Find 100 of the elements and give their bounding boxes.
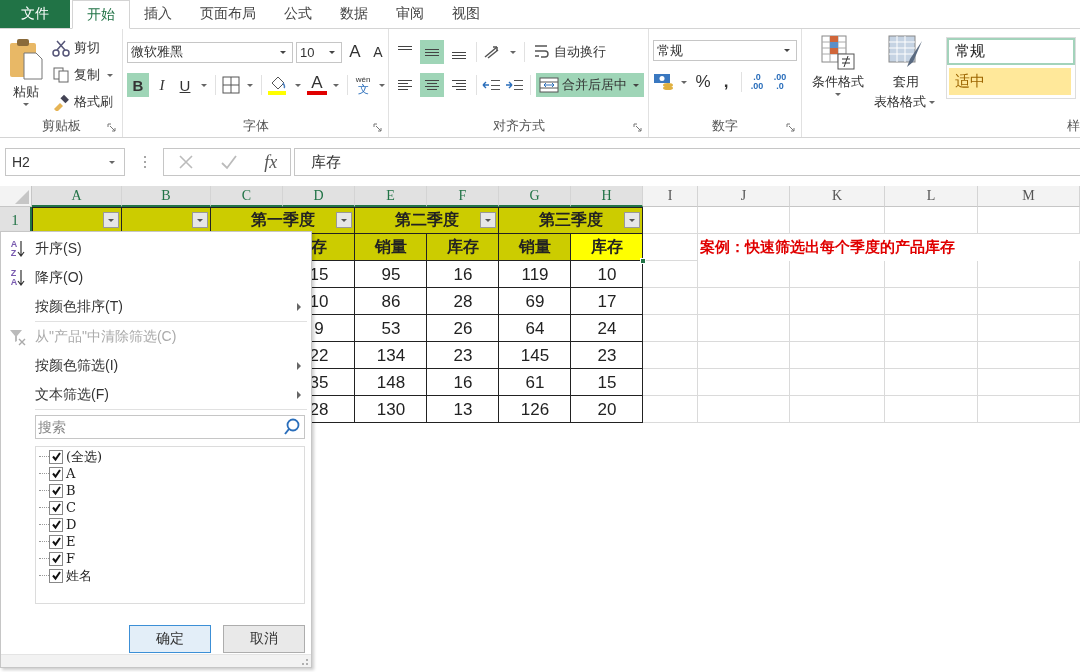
cancel-button[interactable]: 取消 — [223, 625, 305, 653]
ok-button[interactable]: 确定 — [129, 625, 211, 653]
checkbox[interactable] — [49, 534, 63, 549]
bold-button[interactable]: B — [127, 73, 149, 97]
cut-button[interactable]: 剪切 — [52, 37, 116, 59]
ribbon-tab[interactable]: 视图 — [438, 0, 494, 28]
align-lines-icon — [424, 49, 440, 56]
checkbox[interactable] — [49, 500, 63, 515]
ribbon-tab[interactable]: 页面布局 — [186, 0, 270, 28]
decrease-indent-icon[interactable] — [482, 77, 502, 93]
filter-option[interactable]: B — [36, 482, 304, 499]
filter-button[interactable] — [480, 212, 496, 228]
ribbon-tab[interactable]: 公式 — [270, 0, 326, 28]
dialog-launcher-icon[interactable] — [786, 123, 795, 132]
align-lines-icon — [396, 77, 414, 93]
filter-option[interactable]: E — [36, 533, 304, 550]
table-cell: 23 — [571, 342, 643, 369]
column-header[interactable]: M — [978, 186, 1080, 207]
menu-item[interactable]: 按颜色排序(T) — [1, 292, 311, 321]
borders-icon[interactable] — [221, 75, 241, 95]
merge-center-button[interactable]: 合并后居中 — [536, 73, 644, 97]
ribbon-tab[interactable]: 数据 — [326, 0, 382, 28]
filter-option[interactable]: C — [36, 499, 304, 516]
checkbox[interactable] — [49, 551, 63, 566]
font-color-button[interactable]: A — [307, 75, 327, 95]
paste-button[interactable]: 粘贴 — [4, 35, 48, 106]
filter-option[interactable]: F — [36, 550, 304, 567]
caret-icon — [835, 93, 841, 96]
grow-font-button[interactable]: A — [345, 40, 365, 64]
conditional-formatting-button[interactable]: 条件格式 — [806, 35, 870, 96]
font-name-select[interactable]: 微软雅黑 — [127, 41, 293, 63]
checkbox[interactable] — [49, 517, 63, 532]
filter-option[interactable]: (全选) — [36, 448, 304, 465]
wrap-text-button[interactable]: 自动换行 — [530, 40, 609, 64]
shrink-font-button[interactable]: A — [368, 40, 388, 64]
horizontal-align-button[interactable] — [420, 73, 444, 97]
phonetic-guide-button[interactable]: wén 文 — [353, 73, 373, 97]
ribbon-tab[interactable]: 文件 — [0, 0, 70, 28]
caret-icon — [295, 83, 301, 87]
insert-function-button[interactable]: fx — [264, 151, 278, 173]
cell-style-item[interactable]: 适中 — [949, 68, 1071, 95]
italic-button[interactable]: I — [152, 73, 172, 97]
search-icon[interactable] — [283, 418, 301, 436]
search-field[interactable]: 搜索 — [35, 415, 305, 439]
checkbox[interactable] — [49, 483, 63, 498]
resize-grip-icon[interactable] — [299, 656, 309, 666]
wrap-text-icon — [533, 43, 551, 61]
column-header[interactable]: D — [283, 186, 355, 207]
menu-item[interactable]: 文本筛选(F) — [1, 380, 311, 409]
checkbox[interactable] — [49, 449, 63, 464]
currency-icon[interactable] — [653, 72, 675, 92]
menu-item[interactable]: 按颜色筛选(I) — [1, 351, 311, 380]
fill-bucket-icon[interactable] — [267, 74, 289, 96]
column-header[interactable]: A — [32, 186, 122, 207]
caret-icon — [333, 83, 339, 87]
ribbon-tab[interactable]: 开始 — [72, 0, 130, 29]
column-header[interactable]: J — [698, 186, 790, 207]
column-header[interactable]: C — [211, 186, 283, 207]
filter-button[interactable] — [192, 212, 208, 228]
increase-indent-icon[interactable] — [505, 77, 525, 93]
filter-button[interactable] — [103, 212, 119, 228]
column-header[interactable]: F — [427, 186, 499, 207]
filter-option[interactable]: D — [36, 516, 304, 533]
column-header[interactable]: E — [355, 186, 427, 207]
underline-button[interactable]: U — [175, 73, 195, 97]
checkbox[interactable] — [49, 466, 63, 481]
filter-button[interactable] — [336, 212, 352, 228]
column-header[interactable]: H — [571, 186, 643, 207]
decrease-decimal-button[interactable]: .00 .0 — [770, 70, 790, 94]
column-header[interactable]: L — [885, 186, 978, 207]
column-header[interactable]: G — [499, 186, 571, 207]
dialog-launcher-icon[interactable] — [107, 123, 116, 132]
cell-style-item[interactable]: 常规 — [947, 38, 1075, 65]
format-painter-button[interactable]: 格式刷 — [52, 91, 116, 113]
checkbox[interactable] — [49, 568, 63, 583]
vertical-align-button[interactable] — [420, 40, 444, 64]
percent-button[interactable]: % — [693, 70, 713, 94]
format-as-table-button[interactable]: 套用 表格格式 — [874, 35, 938, 111]
filter-option[interactable]: 姓名 — [36, 567, 304, 584]
menu-item[interactable]: Z A 降序(O) — [1, 263, 311, 292]
dialog-launcher-icon[interactable] — [373, 123, 382, 132]
number-format-select[interactable]: 常规 — [653, 40, 797, 61]
column-header[interactable]: K — [790, 186, 885, 207]
table-cell: 69 — [499, 288, 571, 315]
filter-option[interactable]: A — [36, 465, 304, 482]
ribbon-tab[interactable]: 审阅 — [382, 0, 438, 28]
copy-button[interactable]: 复制 — [52, 64, 116, 86]
column-header[interactable]: B — [122, 186, 211, 207]
increase-decimal-button[interactable]: .0 .00 — [747, 70, 767, 94]
column-header[interactable]: I — [643, 186, 698, 207]
fill-handle[interactable] — [640, 258, 646, 264]
table-cell: 28 — [427, 288, 499, 315]
font-size-select[interactable]: 10 — [296, 41, 342, 63]
dialog-launcher-icon[interactable] — [633, 123, 642, 132]
ribbon-tab[interactable]: 插入 — [130, 0, 186, 28]
filter-button[interactable] — [624, 212, 640, 228]
comma-style-button[interactable]: , — [716, 70, 736, 94]
check-icon[interactable] — [220, 153, 239, 171]
formula-input[interactable]: 库存 — [294, 148, 1080, 176]
name-box[interactable]: H2 — [5, 148, 125, 176]
